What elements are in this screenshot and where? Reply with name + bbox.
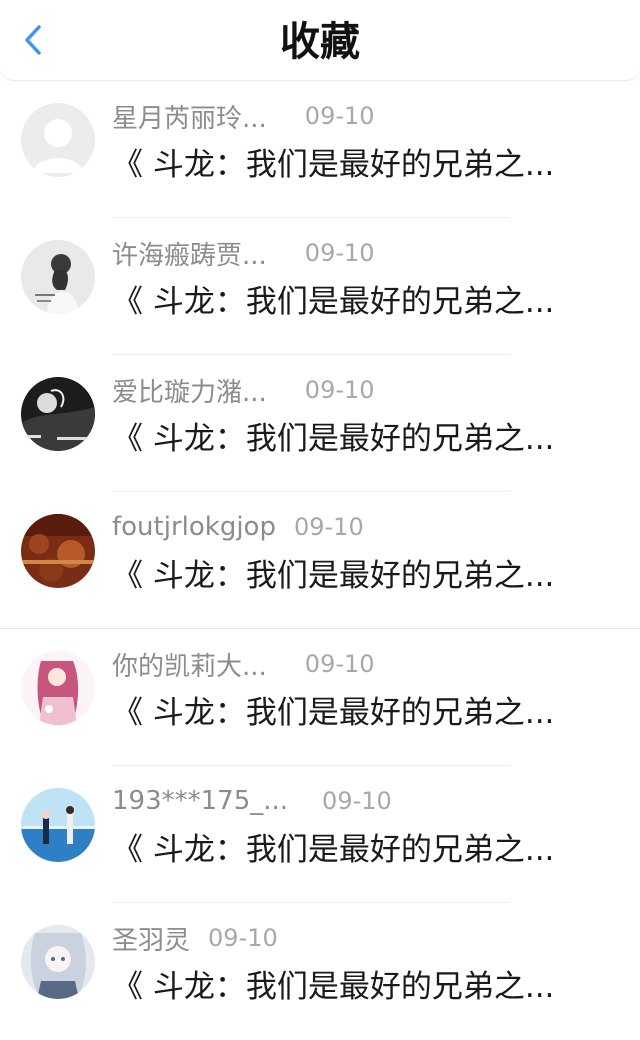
- avatar[interactable]: [21, 377, 95, 451]
- username: 你的凯莉大...: [112, 651, 267, 682]
- avatar[interactable]: [21, 925, 95, 999]
- item-title: 《 斗龙：我们是最好的兄弟之...: [112, 558, 555, 594]
- username: foutjrlokgjop: [112, 512, 276, 542]
- date: 09-10: [293, 513, 364, 541]
- anime-silver-photo: [21, 925, 95, 999]
- item-title: 《 斗龙：我们是最好的兄弟之...: [112, 832, 555, 868]
- username: 圣羽灵: [112, 925, 191, 956]
- avatar[interactable]: [21, 240, 95, 314]
- list-item[interactable]: 许海瘢踌贾... 09-10 《 斗龙：我们是最好的兄弟之...: [0, 218, 640, 355]
- avatar[interactable]: [21, 514, 95, 588]
- anime-pink-photo: [21, 651, 95, 725]
- favorites-list: 星月芮丽玲... 09-10 《 斗龙：我们是最好的兄弟之... 许海瘢踌贾..…: [0, 81, 640, 1040]
- avatar[interactable]: [21, 103, 95, 177]
- username: 193***175_...: [112, 786, 289, 816]
- avatar[interactable]: [21, 788, 95, 862]
- list-item[interactable]: foutjrlokgjop 09-10 《 斗龙：我们是最好的兄弟之...: [0, 492, 640, 629]
- item-meta: 193***175_... 09-10: [112, 782, 392, 820]
- autumn-photo: [21, 514, 95, 588]
- username: 星月芮丽玲...: [112, 103, 267, 134]
- date: 09-10: [208, 924, 278, 952]
- date: 09-10: [304, 102, 375, 130]
- item-meta: 爱比璇力潴... 09-10: [112, 371, 375, 409]
- item-title: 《 斗龙：我们是最好的兄弟之...: [112, 284, 555, 320]
- item-meta: foutjrlokgjop 09-10: [112, 508, 364, 546]
- item-title: 《 斗龙：我们是最好的兄弟之...: [112, 695, 555, 731]
- item-title: 《 斗龙：我们是最好的兄弟之...: [112, 147, 555, 183]
- default-avatar-icon: [21, 103, 95, 177]
- date: 09-10: [304, 376, 375, 404]
- avatar[interactable]: [21, 651, 95, 725]
- item-title: 《 斗龙：我们是最好的兄弟之...: [112, 969, 555, 1005]
- list-item[interactable]: 星月芮丽玲... 09-10 《 斗龙：我们是最好的兄弟之...: [0, 81, 640, 218]
- list-item[interactable]: 你的凯莉大... 09-10 《 斗龙：我们是最好的兄弟之...: [0, 629, 640, 766]
- list-item[interactable]: 爱比璇力潴... 09-10 《 斗龙：我们是最好的兄弟之...: [0, 355, 640, 492]
- date: 09-10: [304, 239, 375, 267]
- item-meta: 圣羽灵 09-10: [112, 919, 278, 957]
- username: 爱比璇力潴...: [112, 377, 267, 408]
- username: 许海瘢踌贾...: [112, 240, 267, 271]
- date: 09-10: [304, 650, 375, 678]
- dark-photo: [21, 377, 95, 451]
- item-meta: 星月芮丽玲... 09-10: [112, 97, 375, 135]
- page-title: 收藏: [280, 19, 360, 65]
- item-meta: 你的凯莉大... 09-10: [112, 645, 375, 683]
- date: 09-10: [322, 787, 392, 815]
- top-bar: 收藏: [0, 0, 640, 81]
- girl-photo: [21, 240, 95, 314]
- list-item[interactable]: 193***175_... 09-10 《 斗龙：我们是最好的兄弟之...: [0, 766, 640, 903]
- item-meta: 许海瘢踌贾... 09-10: [112, 234, 375, 272]
- sea-anime-photo: [21, 788, 95, 862]
- item-title: 《 斗龙：我们是最好的兄弟之...: [112, 421, 555, 457]
- list-item[interactable]: 圣羽灵 09-10 《 斗龙：我们是最好的兄弟之...: [0, 903, 640, 1040]
